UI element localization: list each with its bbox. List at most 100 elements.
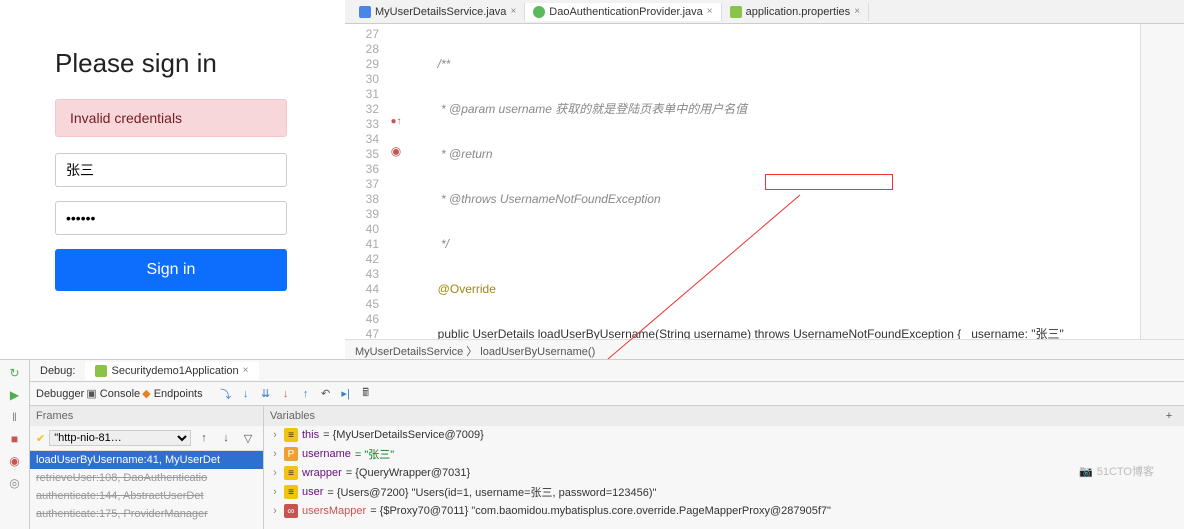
variables-header: Variables + xyxy=(264,406,1184,426)
smart-step-into-button[interactable]: ↓ xyxy=(277,385,295,403)
step-over-button[interactable]: ⤵ xyxy=(217,385,235,403)
stack-frame[interactable]: retrieveUser:108, DaoAuthenticatio xyxy=(30,469,263,487)
mark-gutter: ●↑ ◉ xyxy=(385,24,407,359)
var-name: user xyxy=(302,486,323,498)
object-icon: ≡ xyxy=(284,485,298,499)
variables-pane: Variables+ ›≡this = {MyUserDetailsServic… xyxy=(264,406,1184,529)
add-watch-button[interactable]: + xyxy=(1160,407,1178,425)
debug-side-toolbar: ↻ ▶ ‖ ■ ◉ ◎ xyxy=(0,359,30,529)
annotation-box xyxy=(765,174,893,190)
variable-row[interactable]: ›≡wrapper = {QueryWrapper@7031} xyxy=(264,464,1184,482)
step-into-button[interactable]: ↓ xyxy=(237,385,255,403)
mute-breakpoints-button[interactable]: ◎ xyxy=(6,474,24,492)
close-icon[interactable]: × xyxy=(854,6,860,17)
tab-file-2[interactable]: DaoAuthenticationProvider.java × xyxy=(525,3,721,21)
tab-label: MyUserDetailsService.java xyxy=(375,6,506,18)
evaluate-expression-button[interactable]: 🖩 xyxy=(357,385,375,403)
frames-header: Frames xyxy=(30,406,263,426)
console-tab[interactable]: ▣ Console xyxy=(86,387,140,400)
code-line: @Override xyxy=(411,282,496,296)
signin-title: Please sign in xyxy=(55,48,287,79)
tab-label: Console xyxy=(100,388,140,400)
param-icon: P xyxy=(284,447,298,461)
debug-body: Frames ✔ "http-nio-81… ↑ ↓ ▽ loadUserByU… xyxy=(30,406,1184,529)
signin-panel: Please sign in Invalid credentials Sign … xyxy=(0,24,342,315)
line-gutter: 2728293031323334353637383940414243444546… xyxy=(345,24,385,359)
code-line: * @param username 获取的就是登陆页表单中的用户名值 xyxy=(411,102,747,116)
code-body[interactable]: /** * @param username 获取的就是登陆页表单中的用户名值 *… xyxy=(407,24,1184,359)
run-config-label: Securitydemo1Application xyxy=(111,365,238,377)
code-line: */ xyxy=(411,237,449,251)
header-label: Variables xyxy=(270,410,315,422)
force-step-into-button[interactable]: ⇊ xyxy=(257,385,275,403)
code-line: /** xyxy=(411,57,450,71)
signin-button[interactable]: Sign in xyxy=(55,249,287,291)
tab-label: application.properties xyxy=(746,6,851,18)
frames-pane: Frames ✔ "http-nio-81… ↑ ↓ ▽ loadUserByU… xyxy=(30,406,264,529)
watermark: 📷 51CTO博客 xyxy=(1079,463,1154,479)
variable-row[interactable]: ›Pusername = "张三" xyxy=(264,444,1184,464)
resume-button[interactable]: ▶ xyxy=(6,386,24,404)
code-editor[interactable]: 2728293031323334353637383940414243444546… xyxy=(345,24,1184,359)
view-breakpoints-button[interactable]: ◉ xyxy=(6,452,24,470)
thread-selector[interactable]: "http-nio-81… xyxy=(49,430,191,446)
stack-frame[interactable]: authenticate:144, AbstractUserDet xyxy=(30,487,263,505)
stack-frame[interactable]: authenticate:175, ProviderManager xyxy=(30,505,263,523)
spring-boot-icon xyxy=(95,365,107,377)
watermark-text: 51CTO博客 xyxy=(1097,463,1154,479)
debug-toolbar: Debugger ▣ Console ◆ Endpoints ⤵ ↓ ⇊ ↓ ↑… xyxy=(30,382,1184,406)
password-input[interactable] xyxy=(55,201,287,235)
run-to-cursor-button[interactable]: ▸| xyxy=(337,385,355,403)
alert-invalid-credentials: Invalid credentials xyxy=(55,99,287,137)
debug-tabs: Debug: Securitydemo1Application × xyxy=(30,360,1184,382)
tab-label: DaoAuthenticationProvider.java xyxy=(549,6,702,18)
step-out-button[interactable]: ↑ xyxy=(297,385,315,403)
drop-frame-button[interactable]: ↶ xyxy=(317,385,335,403)
var-value: = {$Proxy70@7011} "com.baomidou.mybatisp… xyxy=(370,505,831,517)
variable-row[interactable]: ›≡user = {Users@7200} "Users(id=1, usern… xyxy=(264,482,1184,502)
thread-status-icon: ✔ xyxy=(36,432,45,445)
debugger-tab[interactable]: Debugger xyxy=(36,388,84,400)
close-icon[interactable]: × xyxy=(707,6,713,17)
var-name: usersMapper xyxy=(302,505,366,517)
java-class-icon xyxy=(359,6,371,18)
pause-button[interactable]: ‖ xyxy=(6,408,24,426)
java-interface-icon xyxy=(533,6,545,18)
var-name: wrapper xyxy=(302,467,342,479)
filter-frames-button[interactable]: ▽ xyxy=(239,429,257,447)
next-frame-button[interactable]: ↓ xyxy=(217,429,235,447)
variable-row[interactable]: ›∞usersMapper = {$Proxy70@7011} "com.bao… xyxy=(264,502,1184,520)
var-value: = "张三" xyxy=(355,446,394,462)
rerun-button[interactable]: ↻ xyxy=(6,364,24,382)
endpoints-tab[interactable]: ◆ Endpoints xyxy=(142,387,202,400)
object-icon: ≡ xyxy=(284,428,298,442)
var-value: = {MyUserDetailsService@7009} xyxy=(323,429,484,441)
tab-file-3[interactable]: application.properties× xyxy=(722,3,869,21)
close-icon[interactable]: × xyxy=(243,365,249,376)
close-icon[interactable]: × xyxy=(510,6,516,17)
stack-frame[interactable]: loadUserByUsername:41, MyUserDet xyxy=(30,451,263,469)
var-name: this xyxy=(302,429,319,441)
var-value: = {Users@7200} "Users(id=1, username=张三,… xyxy=(327,484,656,500)
editor-breadcrumb[interactable]: MyUserDetailsService 〉 loadUserByUsernam… xyxy=(345,339,1184,359)
debug-panel: Debug: Securitydemo1Application × Debugge… xyxy=(30,359,1184,529)
field-icon: ∞ xyxy=(284,504,298,518)
code-line: * @return xyxy=(411,147,493,161)
stop-button[interactable]: ■ xyxy=(6,430,24,448)
variable-row[interactable]: ›≡this = {MyUserDetailsService@7009} xyxy=(264,426,1184,444)
var-value: = {QueryWrapper@7031} xyxy=(346,467,470,479)
debug-label: Debug: xyxy=(30,362,85,380)
var-name: username xyxy=(302,448,351,460)
override-marker-icon: ●↑ xyxy=(385,114,407,129)
run-config-tab[interactable]: Securitydemo1Application × xyxy=(85,362,258,380)
prev-frame-button[interactable]: ↑ xyxy=(195,429,213,447)
editor-region: MyUserDetailsService.java × DaoAuthentica… xyxy=(345,0,1184,359)
breakpoint-icon[interactable]: ◉ xyxy=(385,144,407,159)
tab-label: Endpoints xyxy=(154,388,203,400)
editor-tabs: MyUserDetailsService.java × DaoAuthentica… xyxy=(345,0,1184,24)
minimap[interactable] xyxy=(1140,24,1184,339)
object-icon: ≡ xyxy=(284,466,298,480)
tab-file-1[interactable]: MyUserDetailsService.java × xyxy=(351,3,525,21)
thread-selector-row: ✔ "http-nio-81… ↑ ↓ ▽ xyxy=(30,426,263,451)
username-input[interactable] xyxy=(55,153,287,187)
